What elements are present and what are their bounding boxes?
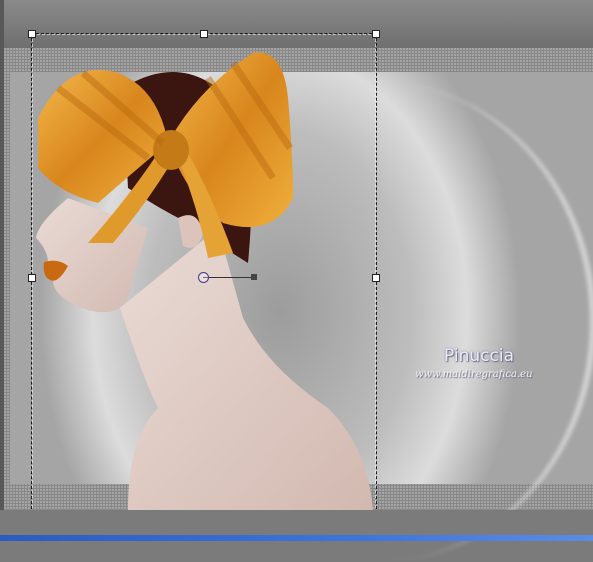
canvas-left-edge — [0, 0, 4, 541]
watermark-name: Pinuccia — [444, 346, 514, 366]
canvas-area: Pinuccia www.maidiregrafica.eu — [0, 0, 593, 562]
canvas-bottom-strip — [0, 510, 593, 535]
resize-handle-top[interactable] — [200, 30, 208, 38]
resize-handle-top-left[interactable] — [28, 30, 36, 38]
rotation-handle[interactable] — [251, 274, 257, 280]
rotation-pivot-point[interactable] — [198, 272, 209, 283]
resize-handle-top-right[interactable] — [372, 30, 380, 38]
rotation-pivot-arm — [203, 277, 254, 278]
resize-handle-right[interactable] — [372, 274, 380, 282]
resize-handle-left[interactable] — [28, 274, 36, 282]
watermark-url: www.maidiregrafica.eu — [415, 369, 533, 380]
taskbar-edge — [0, 535, 593, 541]
